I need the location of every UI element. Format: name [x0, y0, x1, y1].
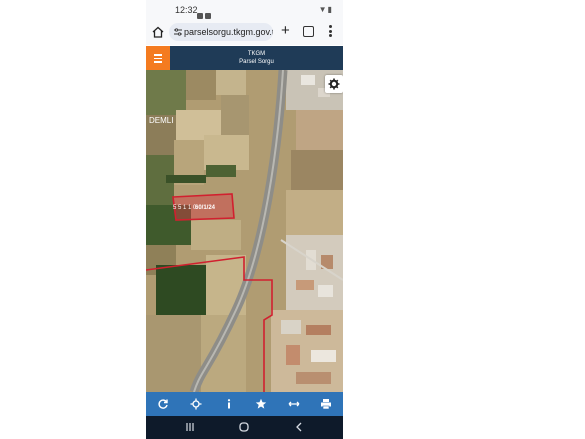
- status-time: 12:32: [175, 5, 198, 15]
- satellite-map[interactable]: DEMLI 5 5 1 1 0 60/1/24: [146, 70, 343, 392]
- new-tab-icon[interactable]: +: [281, 23, 290, 38]
- phone-screen: 12:32 ▼▮ parselsorgu.tkgm.gov.tr + TKGM …: [146, 0, 343, 439]
- refresh-icon[interactable]: [157, 398, 169, 410]
- url-text: parselsorgu.tkgm.gov.tr: [184, 27, 273, 37]
- app-header: TKGM Parsel Sorgu: [146, 46, 343, 70]
- star-icon[interactable]: [255, 398, 267, 410]
- app-name: Parsel Sorgu: [239, 59, 274, 65]
- locate-icon[interactable]: [190, 398, 202, 410]
- info-icon[interactable]: [223, 398, 235, 410]
- signal-battery-icon: ▼▮: [318, 5, 333, 14]
- back-icon[interactable]: [294, 422, 304, 432]
- measure-icon[interactable]: [288, 398, 300, 410]
- parcel-number-left: 5 5 1 1 0: [173, 205, 197, 211]
- recents-icon[interactable]: [185, 422, 195, 432]
- hamburger-menu-icon[interactable]: [146, 46, 170, 70]
- settings-gear-icon[interactable]: [325, 75, 343, 93]
- bottom-toolbar: [146, 392, 343, 416]
- tab-switcher-icon[interactable]: [303, 26, 314, 37]
- status-bar: 12:32 ▼▮: [146, 0, 343, 20]
- system-nav-bar: [146, 416, 343, 439]
- map-canvas[interactable]: DEMLI 5 5 1 1 0 60/1/24: [146, 70, 343, 392]
- parcel-number: 60/1/24: [195, 205, 216, 211]
- more-menu-icon[interactable]: [329, 25, 332, 39]
- home-icon[interactable]: [152, 26, 164, 38]
- app-title: TKGM Parsel Sorgu: [170, 50, 343, 66]
- site-settings-icon[interactable]: [174, 28, 182, 36]
- place-label: DEMLI: [149, 116, 173, 125]
- print-icon[interactable]: [320, 398, 332, 410]
- url-bar[interactable]: parselsorgu.tkgm.gov.tr: [169, 23, 273, 41]
- app-org: TKGM: [247, 51, 266, 57]
- nav-home-icon[interactable]: [239, 422, 249, 432]
- browser-toolbar: parselsorgu.tkgm.gov.tr +: [146, 20, 343, 45]
